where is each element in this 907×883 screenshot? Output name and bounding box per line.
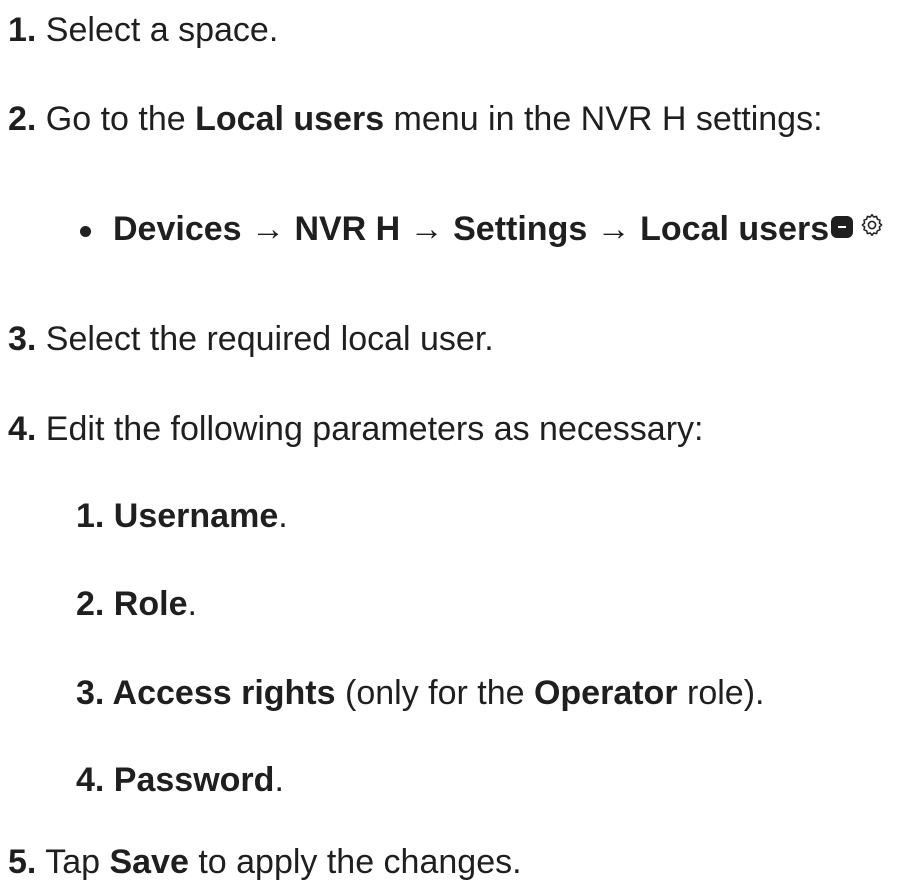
step-text: Edit the following parameters as necessa… <box>36 410 704 448</box>
path-text: Devices → NVR H → Settings → Local users <box>113 210 830 248</box>
param-number: 4. <box>76 761 105 799</box>
param-name: Access rights <box>104 674 336 712</box>
param-item: 3. Access rights (only for the Operator … <box>76 673 764 714</box>
step-number: 4. <box>8 410 37 448</box>
step-number: 5. <box>8 843 37 881</box>
param-number: 1. <box>76 497 105 535</box>
step-3: 3. Select the required local user. <box>8 319 494 360</box>
param-name: Password <box>104 761 275 799</box>
step-2: 2. Go to the Local users menu in the NVR… <box>8 99 823 140</box>
param-suffix: role). <box>677 674 765 712</box>
step-text: Tap <box>36 843 110 881</box>
step-text: Go to the <box>36 100 196 138</box>
step-text: Select a space. <box>36 11 279 49</box>
step-number: 1. <box>8 11 37 49</box>
step-number: 3. <box>8 320 37 358</box>
role-name: Operator <box>533 674 678 712</box>
step-4: 4. Edit the following parameters as nece… <box>8 409 703 450</box>
param-suffix: . <box>274 761 284 799</box>
navigation-path: Devices → NVR H → Settings → Local users <box>80 209 885 250</box>
gear-icon <box>859 207 885 248</box>
param-number: 2. <box>76 585 105 623</box>
step-text: Select the required local user. <box>36 320 494 358</box>
step-text: to apply the changes. <box>188 843 522 881</box>
step-number: 2. <box>8 100 37 138</box>
bullet-icon <box>80 225 91 237</box>
param-number: 3. <box>76 674 105 712</box>
step-text: menu in the NVR H settings: <box>384 100 823 138</box>
param-item: 2. Role. <box>76 584 197 625</box>
param-name: Username <box>104 497 279 535</box>
param-item: 4. Password. <box>76 760 284 801</box>
step-5: 5. Tap Save to apply the changes. <box>8 842 522 883</box>
param-suffix: . <box>278 497 288 535</box>
param-item: 1. Username. <box>76 496 288 537</box>
button-name: Save <box>109 843 189 881</box>
minus-badge-icon <box>831 216 854 239</box>
step-1: 1. Select a space. <box>8 10 278 51</box>
param-note: (only for the <box>335 674 534 712</box>
menu-name: Local users <box>195 100 385 138</box>
param-name: Role <box>104 585 188 623</box>
param-suffix: . <box>187 585 197 623</box>
